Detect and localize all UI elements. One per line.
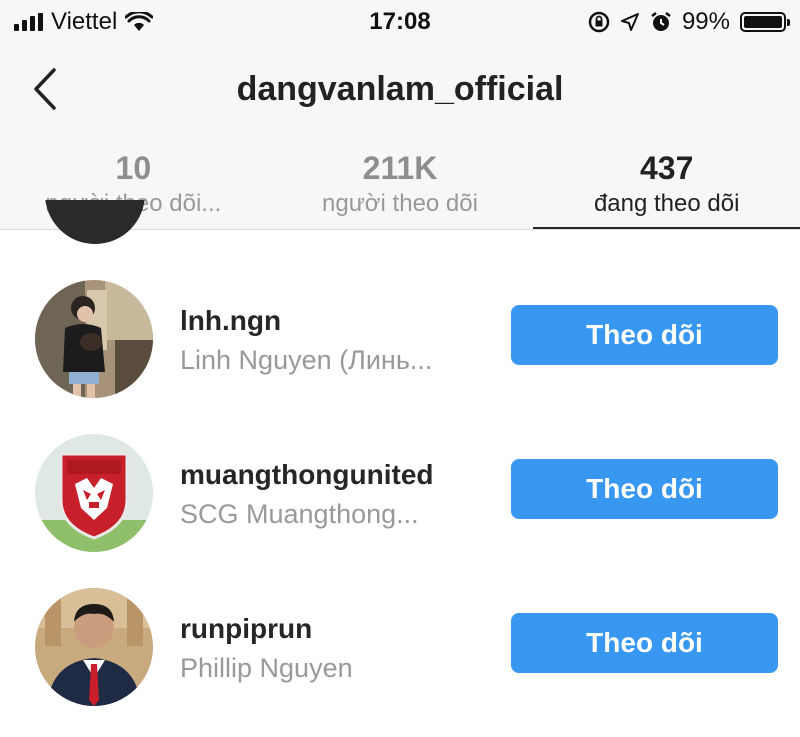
battery-percent: 99% <box>681 8 730 35</box>
tab-count: 10 <box>115 150 152 186</box>
tab-label: người theo dõi <box>322 190 478 217</box>
list-item: lnh.ngn Linh Nguyen (Линь... Theo dõi <box>0 275 800 429</box>
rotation-lock-icon <box>588 11 610 33</box>
nav-bar: dangvanlam_official <box>0 58 800 122</box>
full-name: Linh Nguyen (Линь... <box>180 345 433 375</box>
avatar[interactable] <box>45 200 145 244</box>
following-list: lnh.ngn Linh Nguyen (Линь... Theo dõi mu… <box>0 275 800 737</box>
alarm-icon <box>651 12 671 31</box>
status-bar: Viettel 17:08 99% <box>0 0 800 46</box>
avatar[interactable] <box>35 280 153 398</box>
full-name: SCG Muangthong... <box>180 499 419 529</box>
tab-following[interactable]: 437 đang theo dõi <box>533 150 800 230</box>
page-title: dangvanlam_official <box>236 70 564 108</box>
follow-button[interactable]: Theo dõi <box>511 613 778 673</box>
tab-count: 211K <box>362 150 438 186</box>
list-item: muangthongunited SCG Muangthong... Theo … <box>0 429 800 583</box>
status-right: 99% <box>588 8 790 36</box>
username[interactable]: runpiprun <box>180 613 312 645</box>
location-arrow-icon <box>620 13 639 31</box>
follow-button[interactable]: Theo dõi <box>511 305 778 365</box>
full-name: Phillip Nguyen <box>180 653 353 683</box>
tab-count: 437 <box>639 150 694 186</box>
top-bar: Viettel 17:08 99% dangvanlam_official 10… <box>0 0 800 230</box>
list-item: runpiprun Phillip Nguyen Theo dõi <box>0 583 800 737</box>
username[interactable]: lnh.ngn <box>180 305 281 337</box>
username[interactable]: muangthongunited <box>180 459 434 491</box>
avatar[interactable] <box>35 434 153 552</box>
tab-followers[interactable]: 211K người theo dõi <box>267 150 534 230</box>
follow-button[interactable]: Theo dõi <box>511 459 778 519</box>
battery-icon <box>740 12 790 32</box>
tab-label: đang theo dõi <box>593 190 740 217</box>
avatar[interactable] <box>35 588 153 706</box>
